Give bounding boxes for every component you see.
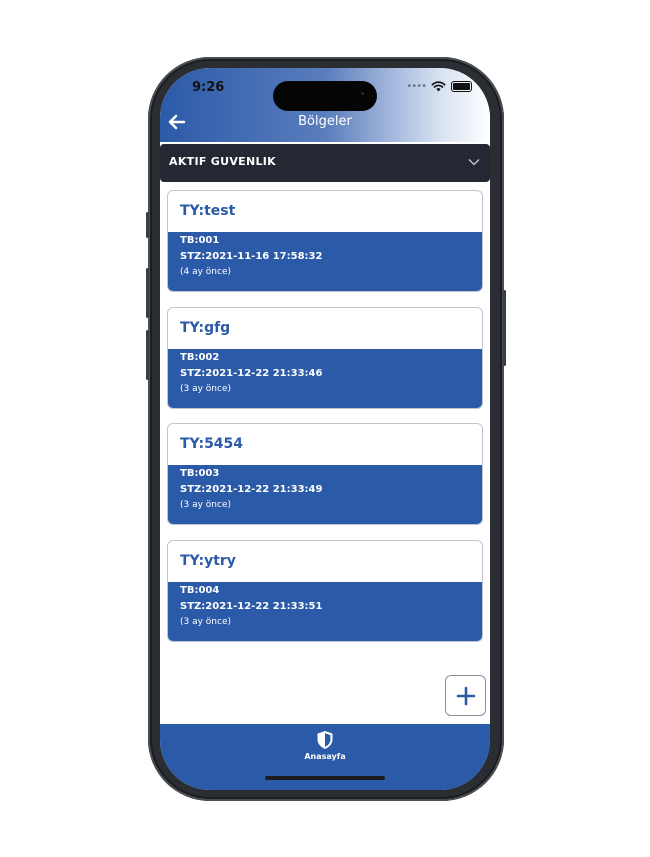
dynamic-island	[273, 81, 377, 111]
region-card[interactable]: TY:gfg TB:002 STZ:2021-12-22 21:33:46 (3…	[167, 307, 483, 409]
status-time: 9:26	[192, 80, 225, 95]
card-title: TY:gfg	[180, 320, 231, 336]
wifi-icon	[431, 81, 446, 92]
app-screen: 9:26 •••• Bölgeler AKTIF GUVENLIK TY:tes…	[160, 68, 490, 790]
phone-side-button	[146, 212, 149, 238]
battery-icon	[451, 81, 472, 92]
card-header: TY:5454	[168, 424, 482, 465]
chevron-down-icon	[468, 159, 480, 166]
card-details: TB:001 STZ:2021-11-16 17:58:32 (4 ay önc…	[168, 232, 482, 291]
signal-dots-icon: ••••	[406, 81, 427, 92]
shield-icon[interactable]	[316, 730, 334, 750]
region-card[interactable]: TY:ytry TB:004 STZ:2021-12-22 21:33:51 (…	[167, 540, 483, 642]
nav-home-label[interactable]: Anasayfa	[160, 752, 490, 761]
bottom-nav: Anasayfa	[160, 724, 490, 790]
phone-volume-down-button	[146, 330, 149, 380]
camera-dot	[361, 92, 364, 95]
card-tb: TB:001	[180, 235, 220, 246]
plus-icon	[456, 686, 475, 705]
card-relative-time: (3 ay önce)	[180, 617, 232, 627]
dropdown-selected-value: AKTIF GUVENLIK	[169, 155, 276, 168]
card-stz: STZ:2021-11-16 17:58:32	[180, 251, 323, 262]
card-title: TY:5454	[180, 436, 244, 452]
card-header: TY:test	[168, 191, 482, 232]
card-details: TB:003 STZ:2021-12-22 21:33:49 (3 ay önc…	[168, 465, 482, 524]
card-stz: STZ:2021-12-22 21:33:51	[180, 601, 323, 612]
add-region-button[interactable]	[445, 675, 486, 716]
phone-power-button	[503, 290, 506, 366]
category-dropdown[interactable]: AKTIF GUVENLIK	[160, 144, 490, 182]
card-relative-time: (4 ay önce)	[180, 267, 232, 277]
card-header: TY:ytry	[168, 541, 482, 582]
card-title: TY:ytry	[180, 553, 236, 569]
home-indicator[interactable]	[265, 776, 385, 780]
card-relative-time: (3 ay önce)	[180, 384, 232, 394]
card-details: TB:004 STZ:2021-12-22 21:33:51 (3 ay önc…	[168, 582, 482, 641]
page-title: Bölgeler	[298, 114, 352, 129]
region-card[interactable]: TY:5454 TB:003 STZ:2021-12-22 21:33:49 (…	[167, 423, 483, 525]
phone-volume-up-button	[146, 268, 149, 318]
card-tb: TB:002	[180, 352, 220, 363]
card-stz: STZ:2021-12-22 21:33:46	[180, 368, 323, 379]
card-title: TY:test	[180, 203, 236, 219]
region-card[interactable]: TY:test TB:001 STZ:2021-11-16 17:58:32 (…	[167, 190, 483, 292]
card-header: TY:gfg	[168, 308, 482, 349]
card-stz: STZ:2021-12-22 21:33:49	[180, 484, 323, 495]
card-tb: TB:004	[180, 585, 220, 596]
card-relative-time: (3 ay önce)	[180, 500, 232, 510]
top-bar: 9:26 •••• Bölgeler	[160, 68, 490, 142]
card-tb: TB:003	[180, 468, 220, 479]
card-details: TB:002 STZ:2021-12-22 21:33:46 (3 ay önc…	[168, 349, 482, 408]
status-icons: ••••	[406, 81, 472, 92]
